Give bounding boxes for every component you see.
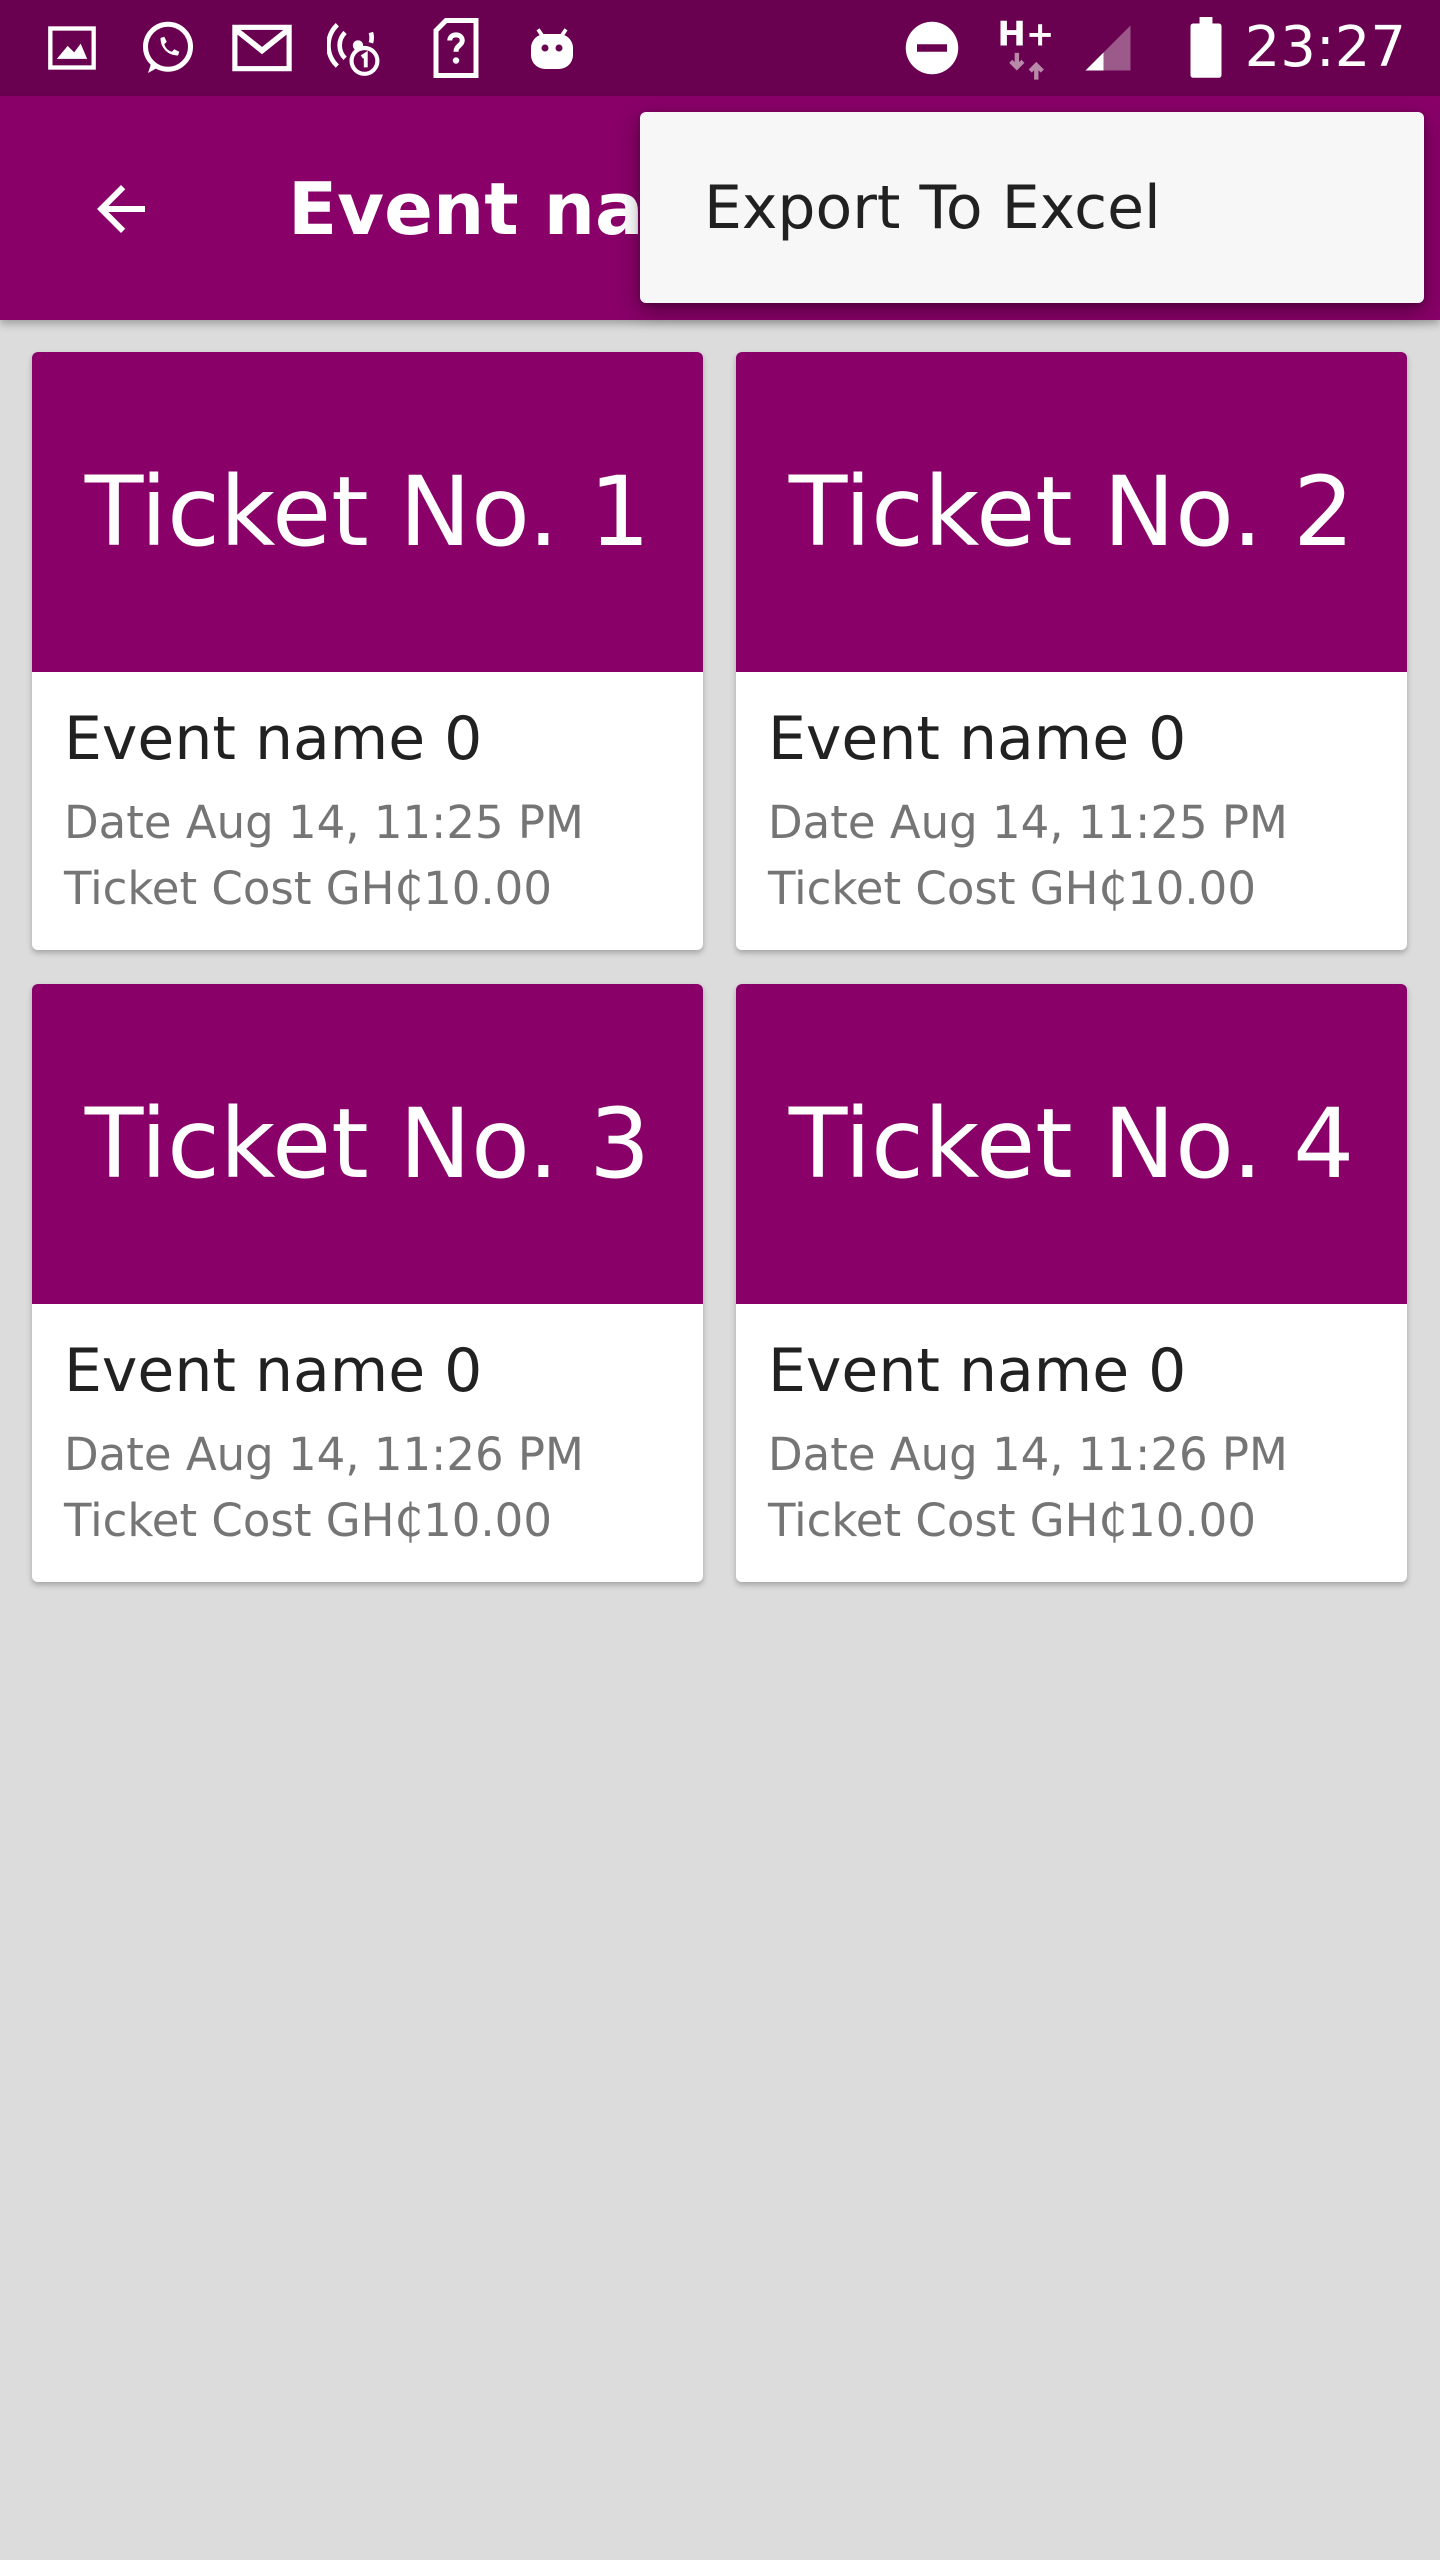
arrow-back-icon [97, 185, 145, 233]
ticket-event-name: Event name 0 [768, 1336, 1187, 1406]
hotspot-icon [324, 14, 392, 82]
network-h-plus-icon: H+ [994, 14, 1064, 82]
ticket-event-name: Event name 0 [768, 704, 1187, 774]
ticket-number: Ticket No. 3 [84, 1088, 651, 1200]
ticket-card[interactable]: Ticket No. 1 Event name 0 Date Aug 14, 1… [32, 352, 703, 950]
ticket-event-name: Event name 0 [64, 1336, 483, 1406]
menu-item-label: Export To Excel [704, 172, 1161, 243]
ticket-header: Ticket No. 4 [736, 984, 1407, 1304]
ticket-number: Ticket No. 1 [84, 456, 651, 568]
ticket-card[interactable]: Ticket No. 2 Event name 0 Date Aug 14, 1… [736, 352, 1407, 950]
ticket-number: Ticket No. 4 [788, 1088, 1355, 1200]
battery-icon [1172, 14, 1240, 82]
android-icon [518, 14, 586, 82]
ticket-date: Date Aug 14, 11:25 PM [768, 796, 1288, 849]
ticket-date: Date Aug 14, 11:26 PM [64, 1428, 584, 1481]
status-time: 23:27 [1244, 15, 1406, 80]
ticket-card[interactable]: Ticket No. 3 Event name 0 Date Aug 14, 1… [32, 984, 703, 1582]
ticket-card[interactable]: Ticket No. 4 Event name 0 Date Aug 14, 1… [736, 984, 1407, 1582]
ticket-header: Ticket No. 1 [32, 352, 703, 672]
ticket-cost: Ticket Cost GH₵10.00 [768, 1494, 1256, 1547]
overflow-menu: Export To Excel [640, 112, 1424, 303]
export-to-excel-menu-item[interactable]: Export To Excel [640, 112, 1424, 303]
ticket-header: Ticket No. 3 [32, 984, 703, 1304]
ticket-number: Ticket No. 2 [788, 456, 1355, 568]
back-button[interactable] [56, 144, 186, 274]
gmail-icon [228, 14, 296, 82]
ticket-date: Date Aug 14, 11:25 PM [64, 796, 584, 849]
sim-unknown-icon [422, 14, 490, 82]
status-bar: H+ 23:27 [0, 0, 1440, 96]
signal-icon [1074, 14, 1142, 82]
gallery-icon [38, 14, 106, 82]
ticket-cost: Ticket Cost GH₵10.00 [768, 862, 1256, 915]
ticket-cost: Ticket Cost GH₵10.00 [64, 862, 552, 915]
whatsapp-icon [134, 14, 202, 82]
ticket-date: Date Aug 14, 11:26 PM [768, 1428, 1288, 1481]
ticket-event-name: Event name 0 [64, 704, 483, 774]
ticket-header: Ticket No. 2 [736, 352, 1407, 672]
network-type-label: H+ [997, 15, 1054, 55]
ticket-cost: Ticket Cost GH₵10.00 [64, 1494, 552, 1547]
do-not-disturb-icon [898, 14, 966, 82]
